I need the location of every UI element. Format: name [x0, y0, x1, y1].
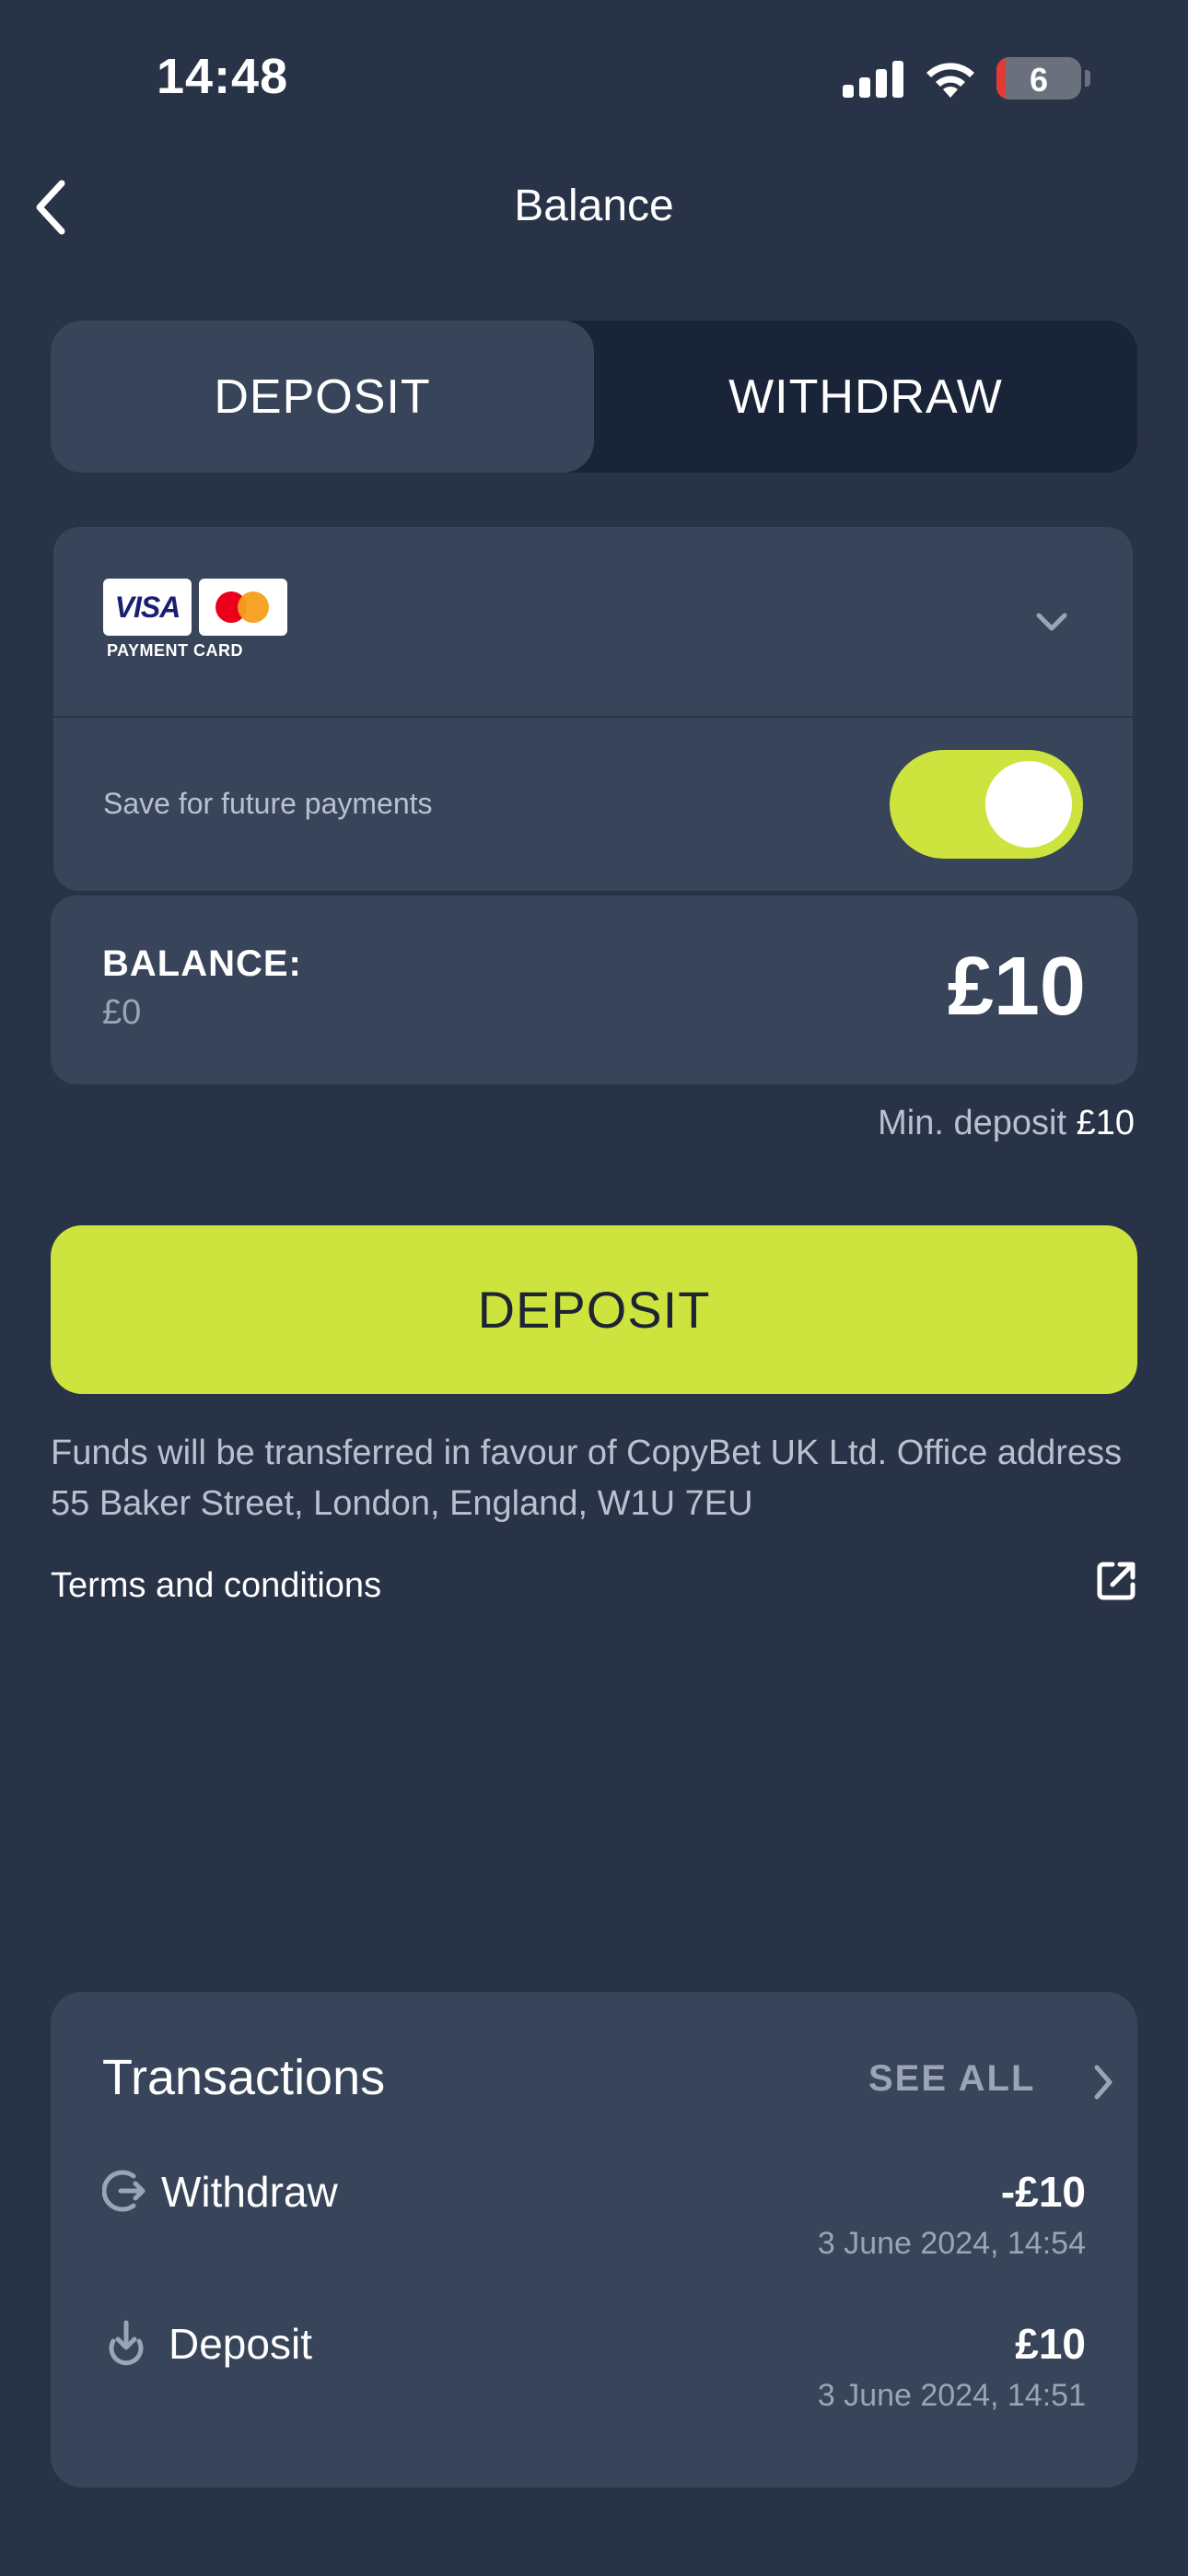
page-title: Balance [514, 181, 674, 230]
chevron-right-icon [1094, 2065, 1112, 2100]
payment-card-label: PAYMENT CARD [107, 641, 244, 660]
deposit-amount[interactable]: £10 [948, 940, 1086, 1035]
transaction-type: Withdraw [161, 2168, 338, 2216]
deposit-button[interactable]: DEPOSIT [51, 1225, 1137, 1394]
wifi-icon [926, 63, 974, 98]
transactions-card: Transactions SEE ALL Withdraw -£10 3 Jun… [51, 1992, 1137, 2488]
battery-icon: 6 [996, 57, 1081, 100]
min-deposit-note: Min. deposit £10 [878, 1104, 1135, 1143]
payment-method-card: VISA PAYMENT CARD Save for future paymen… [53, 527, 1133, 891]
balance-card: BALANCE: £0 £10 [51, 896, 1137, 1084]
transaction-date: 3 June 2024, 14:51 [817, 2378, 1086, 2413]
tab-deposit[interactable]: DEPOSIT [51, 321, 594, 473]
withdraw-icon [102, 2170, 146, 2212]
visa-logo: VISA [103, 579, 192, 636]
external-link-icon[interactable] [1094, 1559, 1138, 1603]
save-payment-label: Save for future payments [103, 787, 433, 820]
min-deposit-label: Min. deposit [878, 1104, 1067, 1142]
transaction-amount: £10 [1015, 2320, 1086, 2368]
chevron-down-icon [1036, 613, 1067, 631]
tab-withdraw[interactable]: WITHDRAW [594, 321, 1137, 473]
save-payment-toggle[interactable] [890, 750, 1083, 859]
deposit-icon [109, 2320, 144, 2366]
min-deposit-value: £10 [1076, 1104, 1135, 1142]
balance-label: BALANCE: [102, 943, 302, 984]
terms-link[interactable]: Terms and conditions [51, 1566, 381, 1606]
see-all-button[interactable]: SEE ALL [859, 2051, 1112, 2112]
visa-logo-text: VISA [114, 590, 181, 624]
transaction-amount: -£10 [1000, 2168, 1086, 2216]
battery-tip [1085, 70, 1090, 87]
cellular-signal-icon [843, 61, 905, 98]
payment-method-select[interactable]: VISA PAYMENT CARD [53, 527, 1133, 718]
balance-value: £0 [102, 993, 142, 1032]
mastercard-logo [199, 579, 287, 636]
transaction-date: 3 June 2024, 14:54 [817, 2226, 1086, 2261]
transaction-type: Deposit [169, 2320, 312, 2368]
funds-transfer-notice: Funds will be transferred in favour of C… [51, 1434, 1123, 1523]
transactions-title: Transactions [102, 2050, 386, 2105]
battery-level: 6 [1029, 61, 1049, 99]
transaction-row-withdraw[interactable]: Withdraw -£10 3 June 2024, 14:54 [102, 2167, 1086, 2277]
deposit-withdraw-tabs: DEPOSIT WITHDRAW [51, 321, 1137, 473]
status-time: 14:48 [157, 49, 289, 104]
toggle-knob [985, 761, 1072, 848]
transaction-row-deposit[interactable]: Deposit £10 3 June 2024, 14:51 [102, 2319, 1086, 2430]
see-all-label: SEE ALL [868, 2058, 1036, 2099]
